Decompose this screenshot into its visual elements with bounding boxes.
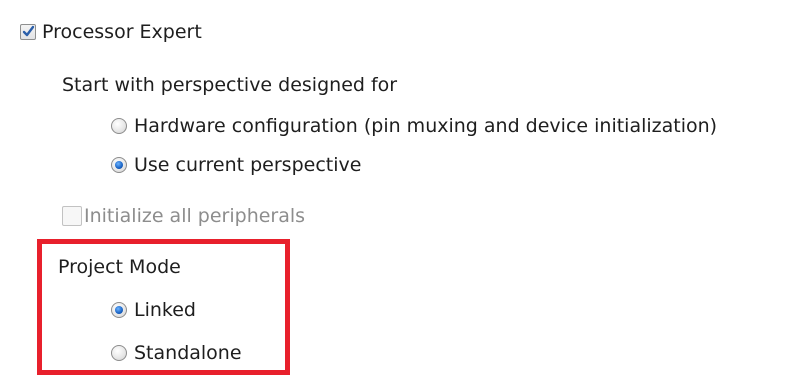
check-icon [22,25,35,37]
hardware-configuration-radio[interactable] [111,118,127,134]
project-mode-heading: Project Mode [58,256,181,278]
initialize-peripherals-checkbox [62,206,82,226]
linked-radio[interactable] [111,302,127,318]
standalone-label: Standalone [134,342,242,364]
processor-expert-label: Processor Expert [42,21,202,43]
linked-label: Linked [134,299,196,321]
project-mode-option-linked[interactable]: Linked [111,297,196,323]
project-mode-heading-row: Project Mode [58,254,181,280]
perspective-heading: Start with perspective designed for [62,74,398,96]
perspective-option-current[interactable]: Use current perspective [111,152,361,178]
use-current-perspective-radio[interactable] [111,157,127,173]
processor-expert-checkbox[interactable] [20,24,36,40]
processor-expert-checkbox-row[interactable]: Processor Expert [20,19,202,45]
perspective-option-hardware[interactable]: Hardware configuration (pin muxing and d… [111,113,717,139]
hardware-configuration-label: Hardware configuration (pin muxing and d… [134,115,718,137]
initialize-peripherals-label: Initialize all peripherals [84,205,306,227]
use-current-perspective-label: Use current perspective [134,154,362,176]
standalone-radio[interactable] [111,345,127,361]
perspective-heading-row: Start with perspective designed for [62,72,397,98]
initialize-peripherals-checkbox-row: Initialize all peripherals [62,203,305,229]
project-mode-option-standalone[interactable]: Standalone [111,340,242,366]
